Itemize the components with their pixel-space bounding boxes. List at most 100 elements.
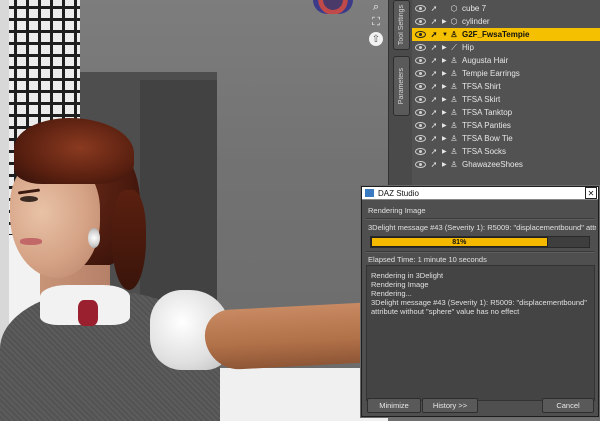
tab-tool-settings-label: Tool Settings [398, 4, 405, 46]
figure-icon: ♙ [450, 147, 458, 156]
eye [20, 196, 38, 202]
progress-label: 81% [452, 238, 467, 246]
lips [20, 238, 42, 245]
visibility-icon[interactable] [415, 18, 426, 25]
select-cursor-icon[interactable]: ➚ [429, 56, 439, 65]
visibility-icon[interactable] [415, 57, 426, 64]
expander-icon[interactable]: ▶ [442, 18, 449, 25]
cancel-button[interactable]: Cancel [542, 398, 594, 413]
figure-icon: ♙ [450, 108, 458, 117]
scene-row[interactable]: ➚ ▶ ⟋ Hip [412, 41, 600, 54]
scene-row[interactable]: ➚ ▶ ♙ TFSA Tanktop [412, 106, 600, 119]
dialog-titlebar[interactable]: DAZ Studio ✕ [362, 187, 598, 200]
visibility-icon[interactable] [415, 96, 426, 103]
expander-icon[interactable]: ▶ [442, 83, 449, 90]
scene-row-label: GhawazeeShoes [462, 160, 523, 169]
scene-row-label: G2F_FwsaTempie [462, 30, 530, 39]
close-icon[interactable]: ✕ [585, 187, 597, 199]
expander-icon[interactable]: ▶ [442, 44, 449, 51]
log-line: Rendering Image [371, 280, 429, 289]
cube-icon: ⬡ [450, 4, 458, 13]
progress-bar: 81% [370, 236, 590, 248]
select-cursor-icon[interactable]: ➚ [429, 134, 439, 143]
expander-icon[interactable]: ▶ [442, 70, 449, 77]
scene-row[interactable]: ➚ ▶ ♙ TFSA Skirt [412, 93, 600, 106]
visibility-icon[interactable] [415, 83, 426, 90]
divider [366, 218, 594, 220]
scene-row-label: Augusta Hair [462, 56, 509, 65]
history-button[interactable]: History >> [422, 398, 478, 413]
figure-icon: ♙ [450, 160, 458, 169]
render-status: Rendering Image [368, 206, 426, 215]
select-cursor-icon[interactable]: ➚ [429, 69, 439, 78]
ponytail [112, 190, 146, 290]
render-log[interactable]: Rendering in 3Delight Rendering Image Rend… [366, 265, 595, 401]
elapsed-time: Elapsed Time: 1 minute 10 seconds [368, 255, 487, 264]
scene-row[interactable]: ➚ ▶ ♙ TFSA Panties [412, 119, 600, 132]
visibility-icon[interactable] [415, 161, 426, 168]
select-cursor-icon[interactable]: ➚ [429, 95, 439, 104]
log-line: 3Delight message #43 (Severity 1): R5009… [371, 298, 587, 307]
scene-row[interactable]: ➚ ⬡ cube 7 [412, 2, 600, 15]
tool-tab-strip: Tool Settings Parameters [388, 0, 413, 190]
select-cursor-icon[interactable]: ➚ [429, 121, 439, 130]
visibility-icon[interactable] [415, 5, 426, 12]
bone-icon: ⟋ [451, 42, 457, 52]
visibility-icon[interactable] [415, 109, 426, 116]
scene-row-label: TFSA Tanktop [462, 108, 513, 117]
expander-icon[interactable]: ▼ [442, 32, 449, 38]
scene-tree[interactable]: ➚ ⬡ cube 7 ➚ ▶ ⬡ cylinder ➚ ▼ ♙ G2F_FwsaTempie ➚ ▶ ⟋ H… [412, 0, 600, 190]
daz-logo-icon [365, 189, 374, 197]
expander-icon[interactable]: ▶ [442, 96, 449, 103]
render-viewport[interactable]: ⌕ ⛶ ⇧ [0, 0, 388, 421]
scene-row[interactable]: ➚ ▶ ♙ Tempie Earrings [412, 67, 600, 80]
visibility-icon[interactable] [415, 31, 426, 38]
minimize-button[interactable]: Minimize [367, 398, 421, 413]
render-message: 3Delight message #43 (Severity 1): R5009… [368, 223, 596, 232]
select-cursor-icon[interactable]: ➚ [429, 108, 439, 117]
select-cursor-icon[interactable]: ➚ [429, 147, 439, 156]
visibility-icon[interactable] [415, 70, 426, 77]
expander-icon[interactable]: ▶ [442, 161, 449, 168]
visibility-icon[interactable] [415, 148, 426, 155]
figure-icon: ♙ [450, 30, 458, 39]
figure-icon: ♙ [450, 69, 458, 78]
expander-icon[interactable]: ▶ [442, 148, 449, 155]
scene-row[interactable]: ➚ ▶ ♙ TFSA Shirt [412, 80, 600, 93]
scene-row-label: cube 7 [462, 4, 487, 13]
expander-icon[interactable]: ▶ [442, 122, 449, 129]
scene-row[interactable]: ➚ ▶ ♙ TFSA Bow Tie [412, 132, 600, 145]
tab-tool-settings[interactable]: Tool Settings [393, 0, 410, 50]
select-cursor-icon[interactable]: ➚ [429, 160, 439, 169]
expander-icon[interactable]: ▶ [442, 109, 449, 116]
scene-row-label: TFSA Panties [462, 121, 511, 130]
scene-row[interactable]: ➚ ▶ ⬡ cylinder [412, 15, 600, 28]
select-cursor-icon[interactable]: ➚ [429, 82, 439, 91]
expander-icon[interactable]: ▶ [442, 135, 449, 142]
visibility-icon[interactable] [415, 135, 426, 142]
select-cursor-icon[interactable]: ➚ [429, 43, 439, 52]
tab-parameters[interactable]: Parameters [393, 56, 410, 116]
expander-icon[interactable]: ▶ [442, 57, 449, 64]
cylinder-icon: ⬡ [450, 17, 458, 26]
render-progress-dialog: DAZ Studio ✕ Rendering Image 3Delight me… [361, 186, 599, 417]
zoom-icon[interactable]: ⌕ [369, 0, 383, 14]
scene-row[interactable]: ➚ ▶ ♙ TFSA Socks [412, 145, 600, 158]
log-line: Rendering in 3Delight [371, 271, 444, 280]
select-cursor-icon[interactable]: ➚ [429, 30, 439, 39]
frame-icon[interactable]: ⛶ [369, 15, 383, 29]
scene-row[interactable]: ➚ ▶ ♙ GhawazeeShoes [412, 158, 600, 171]
scene-row-label: TFSA Skirt [462, 95, 501, 104]
visibility-icon[interactable] [415, 44, 426, 51]
visibility-icon[interactable] [415, 122, 426, 129]
tab-parameters-label: Parameters [398, 67, 405, 105]
scene-row[interactable]: ➚ ▶ ♙ Augusta Hair [412, 54, 600, 67]
scene-row-label: TFSA Shirt [462, 82, 501, 91]
orientation-gizmo[interactable] [313, 0, 353, 14]
orbit-icon[interactable]: ⇧ [369, 32, 383, 46]
divider [366, 251, 594, 253]
select-cursor-icon[interactable]: ➚ [429, 4, 439, 13]
scene-row[interactable]: ➚ ▼ ♙ G2F_FwsaTempie [412, 28, 600, 41]
scene-row-label: TFSA Socks [462, 147, 507, 156]
select-cursor-icon[interactable]: ➚ [429, 17, 439, 26]
